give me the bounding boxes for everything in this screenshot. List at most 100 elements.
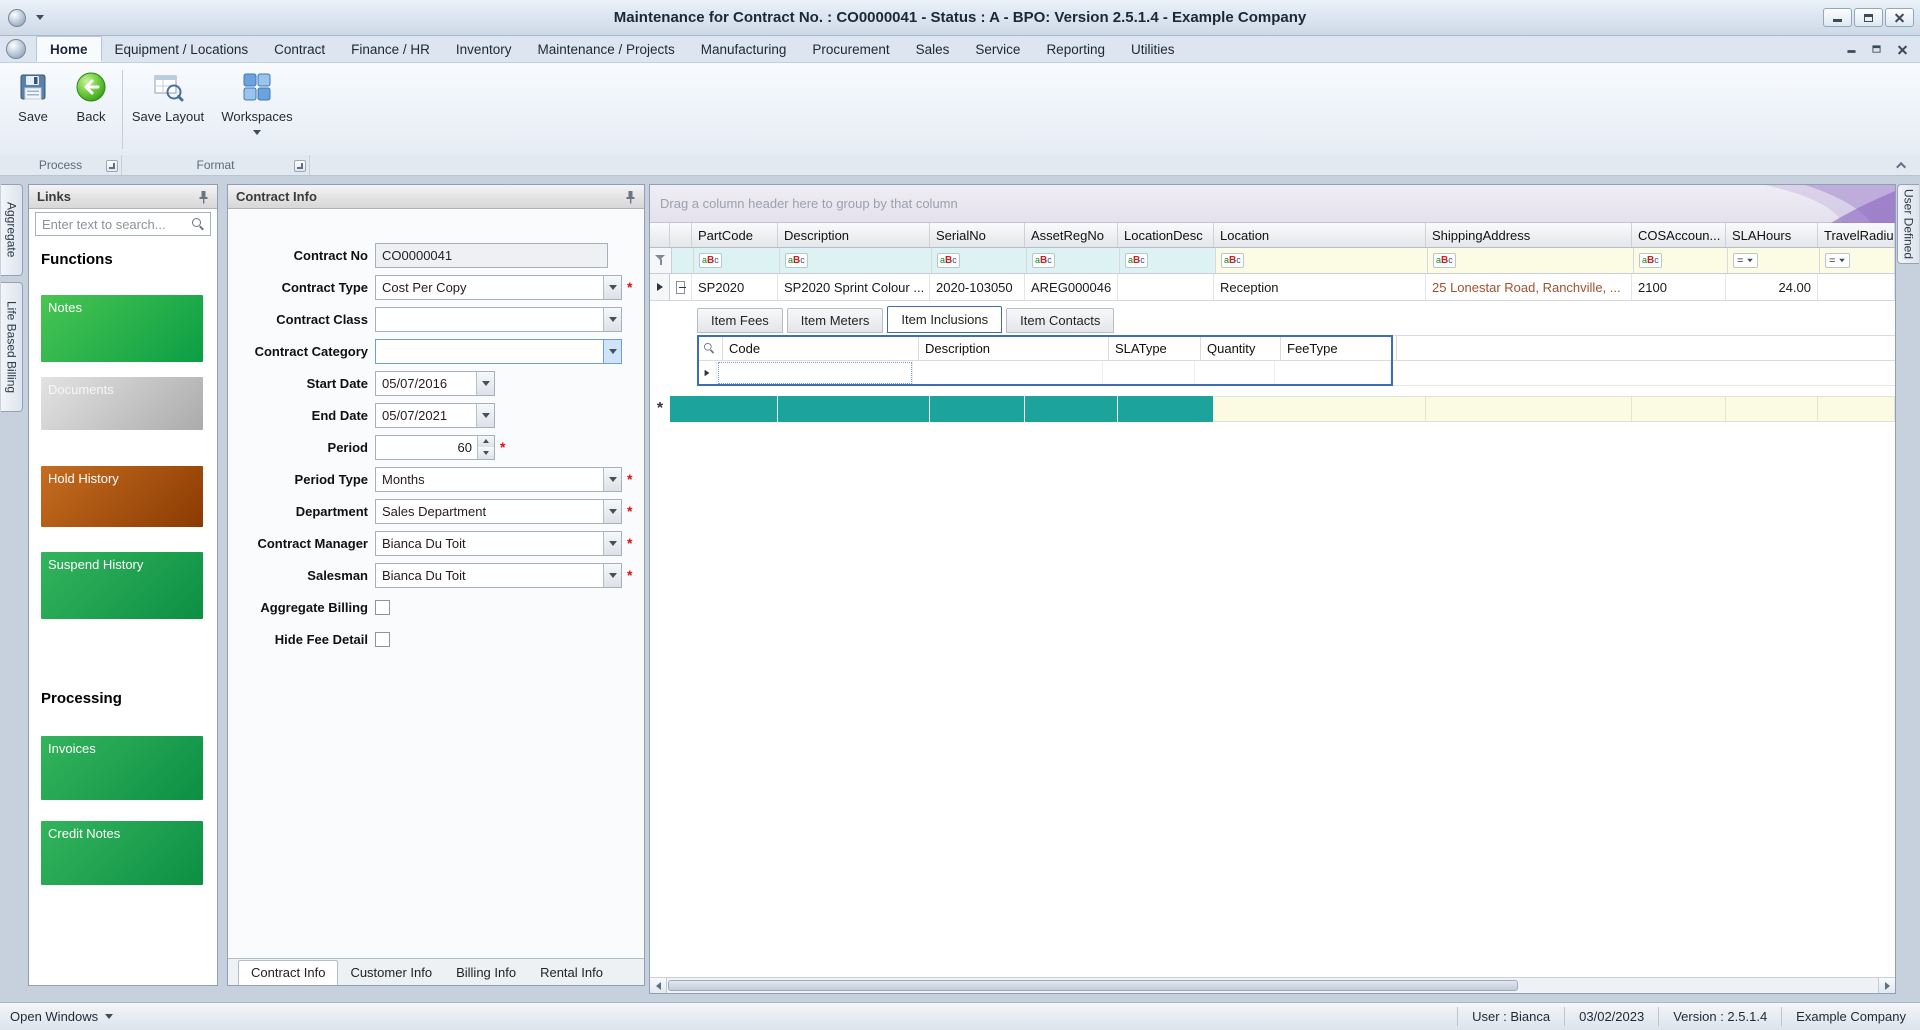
new-row-cell-cosaccount[interactable] [1632,396,1726,422]
ribbon-tab-procurement[interactable]: Procurement [799,36,902,62]
new-row-cell-travelradius[interactable] [1818,396,1895,422]
dropdown-button[interactable] [603,307,621,331]
cell-serialno[interactable]: 2020-103050 [930,274,1025,300]
format-dialog-launcher[interactable] [294,160,306,172]
scroll-left-button[interactable] [650,978,667,993]
search-icon[interactable] [192,218,205,231]
table-row[interactable]: SP2020 SP2020 Sprint Colour ... 2020-103… [650,274,1895,301]
tab-customer-info[interactable]: Customer Info [338,961,444,985]
new-row-cell-shippingaddress[interactable] [1426,396,1632,422]
side-tab-user-defined[interactable]: User Defined [1897,184,1919,264]
column-header-slahours[interactable]: SLAHours [1726,223,1818,247]
dropdown-button[interactable] [476,371,494,395]
suspend-history-button[interactable]: Suspend History [41,552,203,619]
text-filter-icon[interactable]: aBc [1221,253,1244,268]
mdi-restore-button[interactable] [1872,45,1881,53]
credit-notes-button[interactable]: Credit Notes [41,821,203,885]
pin-icon[interactable] [198,190,209,204]
detail-column-quantity[interactable]: Quantity [1201,336,1281,360]
ribbon-tab-finance-hr[interactable]: Finance / HR [338,36,443,62]
save-layout-button[interactable]: Save Layout [125,68,211,150]
new-row-cell-locationdesc[interactable] [1118,396,1214,422]
dropdown-button[interactable] [476,403,494,427]
end-date-picker[interactable]: 05/07/2021 [375,402,495,428]
text-filter-icon[interactable]: aBc [937,253,960,268]
detail-cell-quantity[interactable] [1195,361,1275,385]
documents-button[interactable]: Documents [41,377,203,430]
collapse-row-icon[interactable] [676,280,686,294]
spin-down-icon[interactable] [478,447,494,459]
cell-locationdesc[interactable] [1118,274,1214,300]
horizontal-scrollbar[interactable] [650,977,1895,993]
maximize-button[interactable] [1854,8,1883,27]
tab-contract-info[interactable]: Contract Info [238,960,339,985]
equals-filter-icon[interactable]: = [1825,253,1851,268]
group-by-panel[interactable]: Drag a column header here to group by th… [650,185,1895,223]
ribbon-tab-equipment-locations[interactable]: Equipment / Locations [102,36,262,62]
mdi-close-button[interactable] [1897,44,1908,55]
ribbon-tab-service[interactable]: Service [962,36,1033,62]
contract-no-field[interactable] [375,242,608,268]
column-header-travelradius[interactable]: TravelRadiu... [1818,223,1895,247]
new-row-cell-serialno[interactable] [930,396,1025,422]
new-item-row[interactable]: * [650,396,1895,422]
dropdown-button[interactable] [603,339,621,363]
ribbon-tab-maintenance-projects[interactable]: Maintenance / Projects [524,36,687,62]
text-filter-icon[interactable]: aBc [1032,253,1055,268]
dropdown-button[interactable] [603,467,621,491]
hold-history-button[interactable]: Hold History [41,466,203,527]
detail-column-description[interactable]: Description [919,336,1109,360]
filter-cell-travelradius[interactable]: = [1820,248,1895,273]
mdi-minimize-button[interactable] [1847,49,1856,53]
cell-cosaccount[interactable]: 2100 [1632,274,1726,300]
filter-cell-serialno[interactable]: aBc [932,248,1027,273]
filter-cell-slahours[interactable]: = [1728,248,1820,273]
filter-cell-location[interactable]: aBc [1216,248,1428,273]
tab-item-inclusions[interactable]: Item Inclusions [887,306,1003,333]
dropdown-button[interactable] [603,563,621,587]
back-button[interactable]: Back [62,68,120,150]
filter-cell-cosaccount[interactable]: aBc [1634,248,1728,273]
hide-fee-detail-checkbox[interactable] [375,631,390,647]
notes-button[interactable]: Notes [41,295,203,362]
dropdown-button[interactable] [603,499,621,523]
column-header-location[interactable]: Location [1214,223,1426,247]
equals-filter-icon[interactable]: = [1733,253,1759,268]
ribbon-tab-utilities[interactable]: Utilities [1118,36,1188,62]
cell-slahours[interactable]: 24.00 [1726,274,1818,300]
column-header-locationdesc[interactable]: LocationDesc [1118,223,1214,247]
detail-cell-code[interactable] [717,361,913,385]
detail-column-code[interactable]: Code [723,336,919,360]
ribbon-tab-home[interactable]: Home [36,36,102,62]
ribbon-collapse-button[interactable] [1894,158,1910,172]
ribbon-tab-inventory[interactable]: Inventory [443,36,525,62]
detail-cell-description[interactable] [913,361,1103,385]
tab-rental-info[interactable]: Rental Info [528,961,615,985]
detail-search-header[interactable] [697,336,723,360]
cell-assetregno[interactable]: AREG000046 [1025,274,1118,300]
ribbon-tab-reporting[interactable]: Reporting [1033,36,1118,62]
cell-travelradius[interactable] [1818,274,1895,300]
quick-access-dropdown-icon[interactable] [36,15,44,20]
column-header-partcode[interactable]: PartCode [692,223,778,247]
scrollbar-thumb[interactable] [668,980,1518,991]
cell-partcode[interactable]: SP2020 [692,274,778,300]
dropdown-button[interactable] [603,531,621,555]
collapse-row-cell[interactable] [670,274,692,300]
side-tab-aggregate[interactable]: Aggregate [1,184,23,276]
text-filter-icon[interactable]: aBc [1125,253,1148,268]
new-row-cell-assetregno[interactable] [1025,396,1118,422]
contract-class-dropdown[interactable] [375,306,622,332]
scroll-right-button[interactable] [1878,978,1895,993]
ribbon-tab-manufacturing[interactable]: Manufacturing [688,36,800,62]
salesman-dropdown[interactable]: Bianca Du Toit [375,562,622,588]
tab-item-fees[interactable]: Item Fees [697,308,783,333]
app-icon[interactable] [8,8,26,27]
filter-cell-shippingaddress[interactable]: aBc [1428,248,1634,273]
application-button[interactable] [6,39,26,59]
close-button[interactable] [1885,8,1914,27]
text-filter-icon[interactable]: aBc [699,253,722,268]
cell-shippingaddress[interactable]: 25 Lonestar Road, Ranchville, ... [1426,274,1632,300]
tab-item-meters[interactable]: Item Meters [786,308,884,333]
detail-cell-slatype[interactable] [1103,361,1195,385]
